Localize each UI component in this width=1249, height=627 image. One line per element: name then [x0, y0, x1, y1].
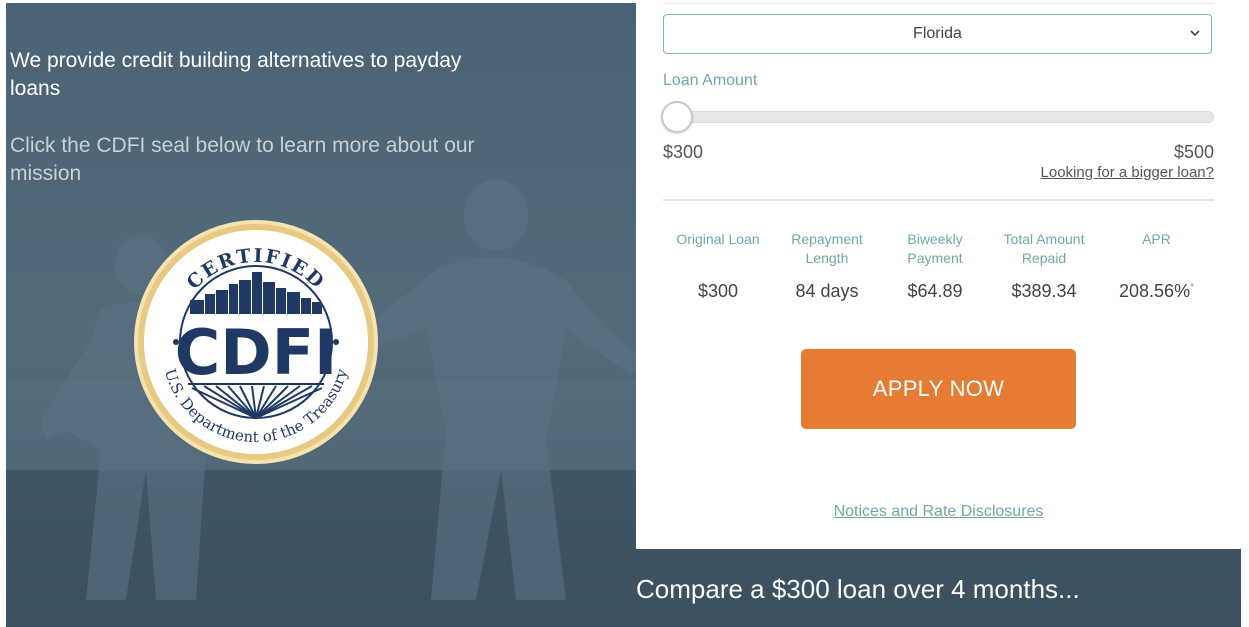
summary-divider [663, 199, 1214, 201]
loan-amount-slider-track[interactable] [663, 111, 1214, 123]
loan-amount-label: Loan Amount [663, 72, 758, 89]
summary-value: 84 days [795, 281, 859, 301]
summary-head: APR [1142, 231, 1171, 247]
summary-value: $64.89 [907, 281, 963, 301]
summary-value: $389.34 [1011, 281, 1077, 301]
notices-disclosures-link[interactable]: Notices and Rate Disclosures [636, 503, 1241, 521]
cdfi-seal[interactable]: CERTIFIED U.S. Department of the Treasur… [132, 218, 380, 466]
summary-biweekly-payment: Biweekly Payment $64.89 [881, 230, 989, 302]
summary-value: 208.56%* [1099, 281, 1214, 302]
apr-value: 208.56% [1119, 281, 1191, 301]
apply-now-button[interactable]: APPLY NOW [801, 349, 1076, 429]
summary-value: $300 [697, 281, 739, 301]
slider-min-label: $300 [663, 142, 704, 162]
card-top-divider [663, 3, 1214, 4]
state-select-value: Florida [913, 25, 962, 42]
seal-center-text: CDFI [175, 316, 337, 389]
hero-mission-text: Click the CDFI seal below to learn more … [10, 134, 475, 185]
summary-apr: APR 208.56%* [1099, 230, 1214, 302]
state-select[interactable]: Florida [663, 14, 1212, 54]
hero-tagline: We provide credit building alternatives … [10, 49, 462, 100]
slider-max-label: $500 [1173, 142, 1214, 162]
chevron-down-icon [1190, 30, 1200, 37]
summary-head: Biweekly Payment [907, 231, 963, 266]
page: We provide credit building alternatives … [0, 0, 1249, 627]
summary-head: Total Amount Repaid [1003, 231, 1085, 266]
compare-heading: Compare a $300 loan over 4 months... [636, 574, 1080, 604]
left-edge [0, 0, 6, 627]
bigger-loan-link[interactable]: Looking for a bigger loan? [1041, 164, 1214, 181]
summary-repayment-length: Repayment Length 84 days [773, 230, 881, 302]
loan-calculator-card: Florida Loan Amount $300 $500 Looking fo… [636, 0, 1241, 549]
summary-total-repaid: Total Amount Repaid $389.34 [989, 230, 1099, 302]
right-edge [1241, 0, 1249, 627]
apr-footnote-marker: * [1190, 282, 1194, 293]
summary-original-loan: Original Loan $300 [663, 230, 773, 302]
loan-amount-slider-handle[interactable] [661, 101, 693, 133]
loan-summary: Original Loan $300 Repayment Length 84 d… [663, 230, 1214, 302]
summary-head: Original Loan [676, 231, 760, 247]
summary-head: Repayment Length [791, 231, 863, 266]
